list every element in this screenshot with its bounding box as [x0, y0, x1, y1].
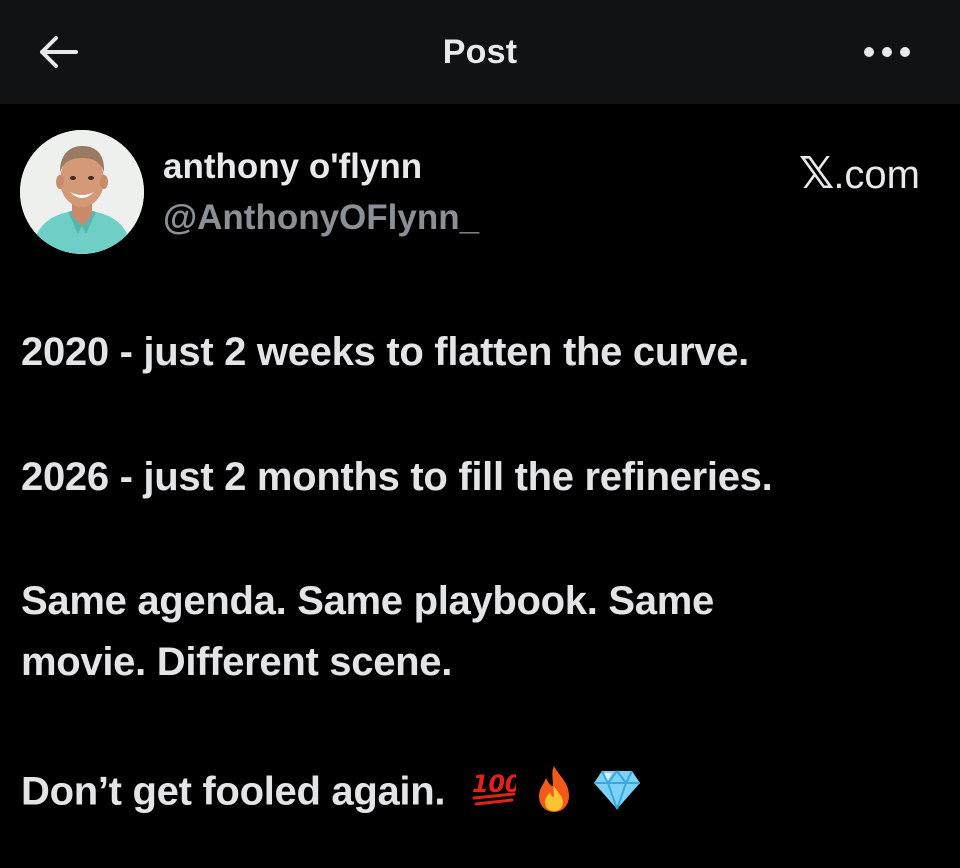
- hundred-points-icon: 100: [470, 766, 522, 822]
- arrow-left-icon: [40, 36, 78, 68]
- author-display-name[interactable]: anthony o'flynn: [163, 147, 422, 187]
- fire-icon: [531, 764, 577, 824]
- x-logo-icon: 𝕏: [798, 149, 834, 198]
- source-watermark: 𝕏.com: [799, 148, 920, 199]
- gem-icon: [592, 767, 642, 821]
- page-title: Post: [442, 32, 518, 71]
- post-text-line: Same agenda. Same playbook. Same: [21, 579, 714, 623]
- post-text-line: 2020 - just 2 weeks to flatten the curve…: [21, 330, 749, 374]
- back-button[interactable]: [30, 28, 86, 76]
- avatar[interactable]: [20, 130, 144, 254]
- author-handle[interactable]: @AnthonyOFlynn_: [163, 198, 479, 238]
- post-text-line: Don’t get fooled again.: [21, 769, 446, 814]
- more-horizontal-icon: [864, 47, 910, 57]
- more-options-button[interactable]: [852, 30, 922, 74]
- post-text-line: movie. Different scene.: [21, 640, 453, 684]
- post-last-line: Don’t get fooled again. 100: [21, 764, 642, 824]
- post-text-line: 2026 - just 2 months to fill the refiner…: [21, 455, 773, 499]
- top-navigation-bar: Post: [0, 0, 960, 104]
- profile-photo: [20, 130, 144, 254]
- source-domain: .com: [833, 153, 920, 197]
